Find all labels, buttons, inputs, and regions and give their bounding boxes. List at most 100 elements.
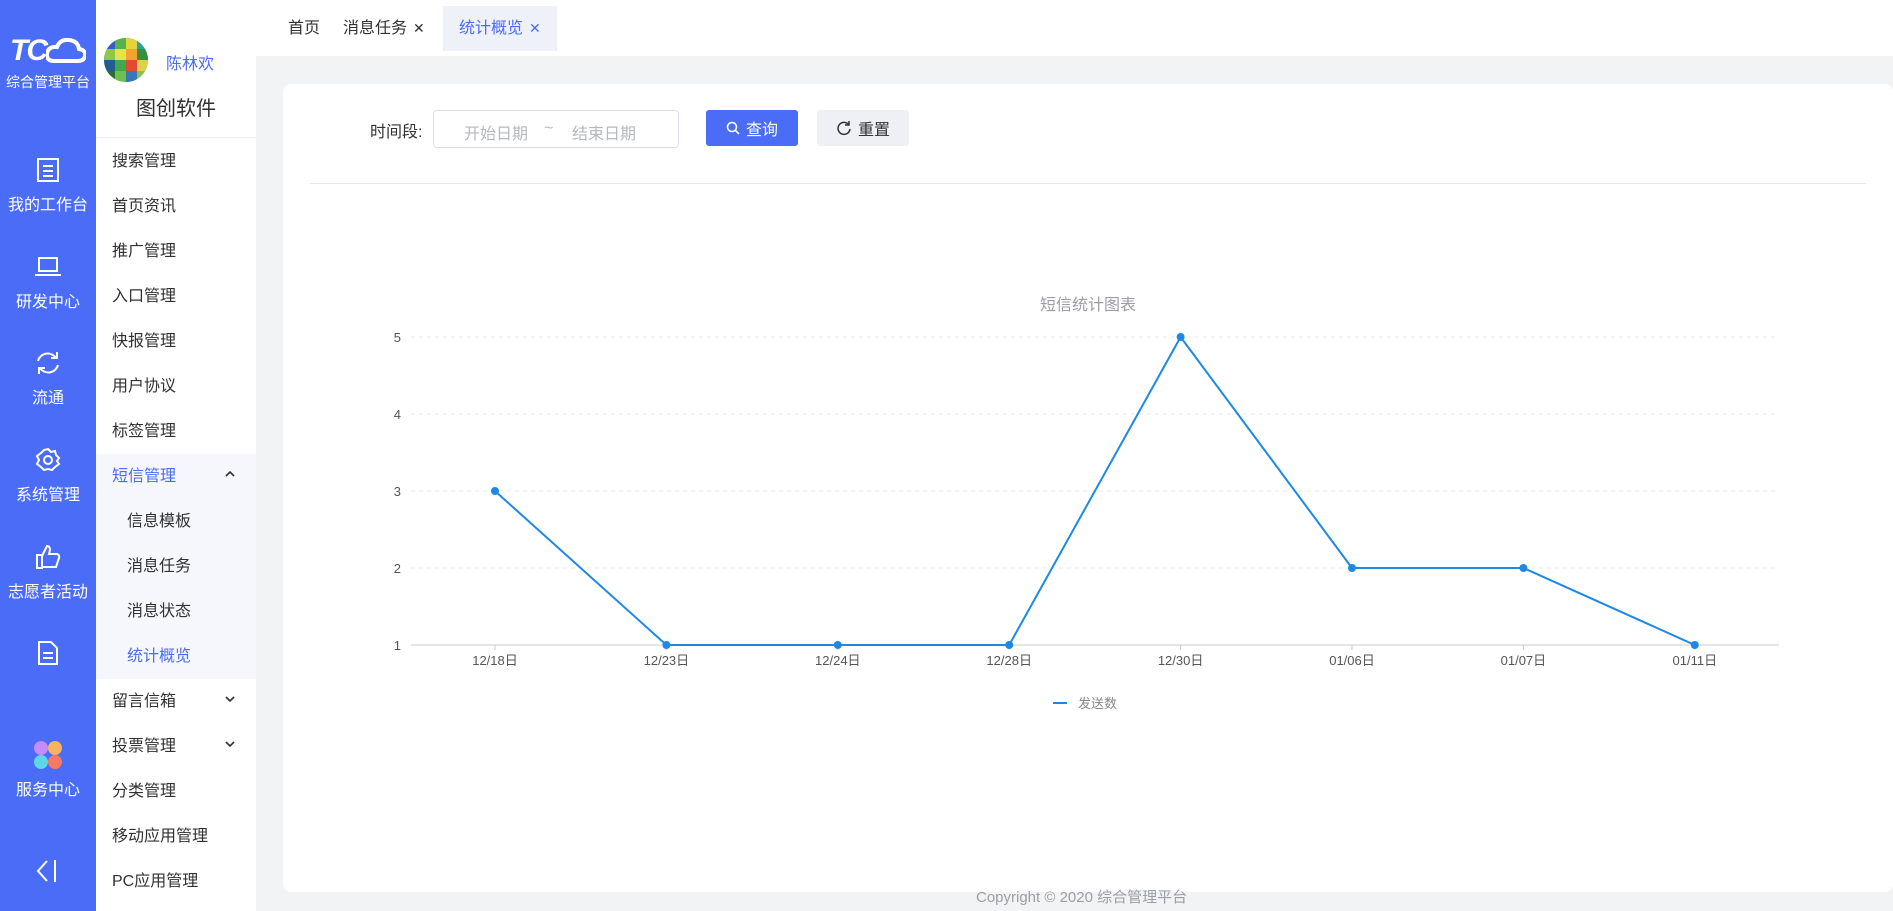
menu-label: 快报管理 [112, 333, 177, 350]
menu-label: 留言信箱 [112, 693, 177, 710]
data-point [1348, 564, 1356, 572]
chevron-up-icon [224, 454, 236, 499]
menu-item-voting[interactable]: 投票管理 [96, 724, 256, 769]
chevron-down-icon [224, 679, 236, 724]
gear-icon [35, 447, 61, 472]
y-tick-label: 5 [394, 330, 401, 345]
dashboard-icon [37, 158, 59, 182]
y-tick-label: 1 [394, 638, 401, 653]
tab-label: 首页 [288, 20, 321, 37]
menu-item-statistics[interactable]: 统计概览 [96, 634, 256, 679]
rail-item-volunteer[interactable]: 志愿者活动 [0, 542, 96, 602]
menu-label: 移动应用管理 [112, 828, 209, 845]
legend-label: 发送数 [1078, 696, 1117, 711]
x-tick-label: 01/07日 [1501, 653, 1547, 668]
rail-item-circulation[interactable]: 流通 [0, 348, 96, 408]
content-card: 时间段: 开始日期 ~ 结束日期 查询 重置 短信统计图表 1 2 3 4 5 12/18… [283, 84, 1893, 892]
rail-label: 服务中心 [15, 782, 80, 799]
tab-bar: 首页 消息任务 ✕ 统计概览 ✕ [256, 0, 1893, 56]
menu-item-home-news[interactable]: 首页资讯 [96, 184, 256, 229]
rail-label: 系统管理 [15, 487, 80, 504]
x-tick-label: 12/30日 [1158, 653, 1204, 668]
tab-message-task[interactable]: 消息任务 ✕ [327, 6, 441, 51]
menu-label: 信息模板 [127, 513, 192, 530]
rail-item-service-center[interactable]: 服务中心 [0, 740, 96, 800]
menu-label: 分类管理 [112, 783, 177, 800]
menu-item-user-agreement[interactable]: 用户协议 [96, 364, 256, 409]
x-tick-label: 12/28日 [986, 653, 1032, 668]
user-panel: 陈林欢 图创软件 [96, 0, 256, 138]
user-name[interactable]: 陈林欢 [166, 50, 214, 74]
menu-item-entry[interactable]: 入口管理 [96, 274, 256, 319]
laptop-icon [35, 257, 61, 276]
rail-label: 志愿者活动 [7, 584, 88, 601]
menu-label: 用户协议 [112, 378, 177, 395]
menu-label: 首页资讯 [112, 198, 177, 215]
data-point [1005, 641, 1014, 649]
logo-text: TC [10, 34, 48, 67]
refresh-icon [37, 352, 59, 374]
menu-item-category[interactable]: 分类管理 [96, 769, 256, 814]
app-name: 综合管理平台 [6, 74, 90, 90]
tab-label: 消息任务 [343, 20, 408, 37]
close-icon[interactable]: ✕ [413, 20, 425, 36]
x-tick-label: 01/11日 [1673, 653, 1718, 668]
thumbs-up-icon [36, 544, 61, 569]
y-tick-label: 3 [394, 484, 401, 499]
menu-item-tags[interactable]: 标签管理 [96, 409, 256, 454]
menu-item-mobile-apps[interactable]: 移动应用管理 [96, 814, 256, 859]
menu-item-bulletin[interactable]: 快报管理 [96, 319, 256, 364]
menu-label: 推广管理 [112, 243, 177, 260]
rail-label: 研发中心 [15, 294, 80, 311]
data-point [1519, 564, 1528, 572]
menu-item-promotion[interactable]: 推广管理 [96, 229, 256, 274]
y-tick-label: 4 [394, 407, 401, 422]
left-rail: TC 综合管理平台 我的工作台 研发中心 流通 系统管理 志愿者活动 服务中心 [0, 0, 96, 911]
menu-label: 消息任务 [127, 558, 192, 575]
cloud-logo-icon [46, 37, 86, 63]
apps-icon [34, 741, 62, 769]
collapse-sidebar-button[interactable] [0, 856, 96, 891]
x-tick-label: 12/23日 [644, 653, 690, 668]
menu-label: 消息状态 [127, 603, 192, 620]
menu-label: 入口管理 [112, 288, 177, 305]
menu-item-message-status[interactable]: 消息状态 [96, 589, 256, 634]
menu-label: 短信管理 [112, 468, 177, 485]
chevron-down-icon [224, 724, 236, 769]
series-line [494, 335, 1696, 646]
data-point [662, 641, 671, 649]
side-menu: 搜索管理 首页资讯 推广管理 入口管理 快报管理 用户协议 标签管理 短信管理 … [96, 139, 256, 904]
menu-item-message-task[interactable]: 消息任务 [96, 544, 256, 589]
y-tick-label: 2 [394, 561, 401, 576]
x-tick-label: 01/06日 [1329, 653, 1375, 668]
rail-label: 流通 [31, 390, 64, 407]
menu-label: 统计概览 [127, 648, 192, 665]
rail-label: 我的工作台 [7, 197, 88, 214]
copyright: Copyright © 2020 综合管理平台 [976, 889, 1188, 906]
menu-item-message-box[interactable]: 留言信箱 [96, 679, 256, 724]
chart-title: 短信统计图表 [1040, 296, 1136, 314]
secondary-sidebar: 陈林欢 图创软件 搜索管理 首页资讯 推广管理 入口管理 快报管理 用户协议 标… [96, 0, 256, 911]
menu-item-sms[interactable]: 短信管理 [96, 454, 256, 499]
rail-item-system[interactable]: 系统管理 [0, 445, 96, 505]
menu-label: 标签管理 [112, 423, 177, 440]
menu-label: PC应用管理 [112, 873, 199, 890]
rail-item-document[interactable] [0, 638, 96, 668]
menu-item-search[interactable]: 搜索管理 [96, 139, 256, 184]
x-tick-label: 12/24日 [815, 653, 861, 668]
rail-item-rd-center[interactable]: 研发中心 [0, 252, 96, 312]
data-point [491, 487, 499, 495]
tab-statistics[interactable]: 统计概览 ✕ [443, 6, 557, 51]
logo[interactable]: TC 综合管理平台 [0, 34, 96, 92]
data-point [833, 641, 842, 649]
menu-label: 投票管理 [112, 738, 177, 755]
sms-statistics-chart: 短信统计图表 1 2 3 4 5 12/18日 12/23日 12/24日 12/28日 12/3… [394, 296, 1779, 711]
close-icon[interactable]: ✕ [529, 20, 541, 36]
menu-item-pc-apps[interactable]: PC应用管理 [96, 859, 256, 904]
collapse-icon [36, 860, 56, 882]
data-point [1690, 641, 1699, 649]
avatar[interactable] [104, 38, 148, 82]
company-name: 图创软件 [136, 98, 216, 120]
menu-item-message-template[interactable]: 信息模板 [96, 499, 256, 544]
rail-item-workbench[interactable]: 我的工作台 [0, 155, 96, 215]
